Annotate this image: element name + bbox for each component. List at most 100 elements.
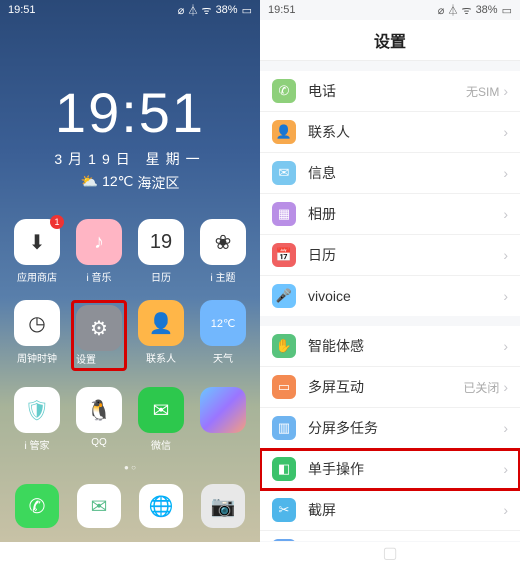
row-app-clone[interactable]: ◎应用分身› (260, 531, 520, 541)
row-multiscreen[interactable]: ▭ 多屏互动已关闭› (260, 367, 520, 408)
split-screen-icon: ▥ (272, 416, 296, 440)
clock-icon: ◷ (14, 300, 60, 346)
row-photos[interactable]: ▦ 相册› (260, 194, 520, 235)
app-label: i 音乐 (87, 269, 112, 284)
battery-icon: ▭ (242, 4, 252, 17)
app-contacts[interactable]: 👤 联系人 (130, 300, 192, 371)
calendar-icon: 📅 (272, 243, 296, 267)
calendar-icon: 19 (138, 219, 184, 265)
app-settings[interactable]: ⚙设置 (68, 300, 130, 371)
app-appstore[interactable]: ⬇1应用商店 (6, 219, 68, 284)
status-battery: 38% (476, 4, 498, 16)
app-itheme[interactable]: ❀ i 主题 (192, 219, 254, 284)
more-icon (200, 387, 246, 433)
nav-indicator: ▢ (260, 541, 520, 563)
app-more[interactable] (192, 387, 254, 452)
status-glyphs: ⌀ ⏃ ᯤ (438, 2, 472, 18)
row-label: 日历 (308, 245, 503, 265)
dock-camera[interactable]: 📷 (201, 484, 245, 528)
status-time: 19:51 (268, 4, 296, 16)
chevron-right-icon: › (503, 206, 508, 222)
app-qq[interactable]: 🐧QQ (68, 387, 130, 452)
row-label: 截屏 (308, 500, 503, 520)
row-calendar[interactable]: 📅 日历› (260, 235, 520, 276)
dock: ✆ ✉ 🌐 📷 (0, 484, 260, 528)
status-bar: 19:51 ⌀ ⏃ ᯤ 38% ▭ (0, 0, 260, 20)
chevron-right-icon: › (503, 379, 508, 395)
app-label: 应用商店 (17, 269, 57, 284)
app-wechat[interactable]: ✉微信 (130, 387, 192, 452)
chevron-right-icon: › (503, 338, 508, 354)
status-right: ⌀ ⏃ ᯤ 38% ▭ (178, 2, 252, 18)
row-contacts[interactable]: 👤 联系人› (260, 112, 520, 153)
app-clone-icon: ◎ (272, 539, 296, 541)
one-hand-icon: ◧ (272, 457, 296, 481)
contacts-icon: 👤 (138, 300, 184, 346)
multiscreen-icon: ▭ (272, 375, 296, 399)
row-split-screen[interactable]: ▥ 分屏多任务› (260, 408, 520, 449)
status-bar: 19:51 ⌀ ⏃ ᯤ 38% ▭ (260, 0, 520, 20)
app-label: 周钟时钟 (17, 350, 57, 365)
weather-temp: 12℃ (102, 173, 133, 193)
wechat-icon: ✉ (138, 387, 184, 433)
dock-browser[interactable]: 🌐 (139, 484, 183, 528)
app-iguanjia[interactable]: 🛡i 管家 (6, 387, 68, 452)
status-glyphs: ⌀ ⏃ ᯤ (178, 2, 212, 18)
row-label: 联系人 (308, 122, 503, 142)
row-extra: 已关闭 (463, 379, 499, 396)
app-clock[interactable]: ◷ 周钟时钟 (6, 300, 68, 371)
settings-icon: ⚙ (76, 305, 122, 351)
row-screenshot[interactable]: ✂ 截屏› (260, 490, 520, 531)
app-label: i 主题 (211, 269, 236, 284)
row-label: 分屏多任务 (308, 418, 503, 438)
app-label: 天气 (213, 350, 233, 365)
dock-messages[interactable]: ✉ (77, 484, 121, 528)
row-phone[interactable]: ✆电话无SIM› (260, 71, 520, 112)
photos-icon: ▦ (272, 202, 296, 226)
row-label: 电话 (308, 81, 466, 101)
app-label: 日历 (151, 269, 171, 284)
row-label: 多屏互动 (308, 377, 463, 397)
chevron-right-icon: › (503, 461, 508, 477)
messages-icon: ✉ (272, 161, 296, 185)
itheme-icon: ❀ (200, 219, 246, 265)
imusic-icon: ♪ (76, 219, 122, 265)
app-calendar[interactable]: 19 日历 (130, 219, 192, 284)
settings-list[interactable]: ✆电话无SIM›👤联系人›✉信息›▦相册›📅日历›🎤vivoice›✋智能体感›… (260, 61, 520, 541)
row-label: 单手操作 (308, 459, 503, 479)
app-label: 联系人 (146, 350, 176, 365)
row-vivoice[interactable]: 🎤 vivoice› (260, 276, 520, 316)
weather-icon: 12℃ (200, 300, 246, 346)
chevron-right-icon: › (503, 247, 508, 263)
dock-phone[interactable]: ✆ (15, 484, 59, 528)
chevron-right-icon: › (503, 124, 508, 140)
chevron-right-icon: › (503, 288, 508, 304)
settings-screen: 19:51 ⌀ ⏃ ᯤ 38% ▭ 设置 ✆电话无SIM›👤联系人›✉信息›▦相… (260, 0, 520, 542)
weather-loc: 海淀区 (137, 173, 179, 193)
battery-icon: ▭ (502, 4, 512, 17)
row-label: 信息 (308, 163, 503, 183)
row-smart-sense[interactable]: ✋智能体感› (260, 326, 520, 367)
row-messages[interactable]: ✉信息› (260, 153, 520, 194)
lockscreen-clock: 19:51 3月19日 星期一 ⛅ 12℃ 海淀区 (0, 80, 260, 193)
app-weather[interactable]: 12℃ 天气 (192, 300, 254, 371)
weather-icon: ⛅ (81, 173, 98, 193)
chevron-right-icon: › (503, 502, 508, 518)
row-label: 相册 (308, 204, 503, 224)
badge: 1 (50, 215, 64, 229)
app-grid: ⬇1应用商店♪i 音乐19日历❀i 主题◷周钟时钟⚙设置👤联系人12℃天气🛡i … (0, 219, 260, 452)
page-dots: ● ○ (0, 463, 260, 472)
app-imusic[interactable]: ♪ i 音乐 (68, 219, 130, 284)
screenshot-icon: ✂ (272, 498, 296, 522)
clock-time: 19:51 (0, 80, 260, 145)
status-right: ⌀ ⏃ ᯤ 38% ▭ (438, 2, 512, 18)
contacts-icon: 👤 (272, 120, 296, 144)
row-label: vivoice (308, 288, 503, 304)
chevron-right-icon: › (503, 420, 508, 436)
row-one-hand[interactable]: ◧ 单手操作› (260, 449, 520, 490)
settings-group: ✋智能体感›▭多屏互动已关闭›▥分屏多任务›◧单手操作›✂截屏›◎应用分身›⚡快… (260, 326, 520, 541)
clock-weather: ⛅ 12℃ 海淀区 (0, 173, 260, 193)
vivoice-icon: 🎤 (272, 284, 296, 308)
smart-sense-icon: ✋ (272, 334, 296, 358)
app-label: 设置 (76, 351, 122, 366)
